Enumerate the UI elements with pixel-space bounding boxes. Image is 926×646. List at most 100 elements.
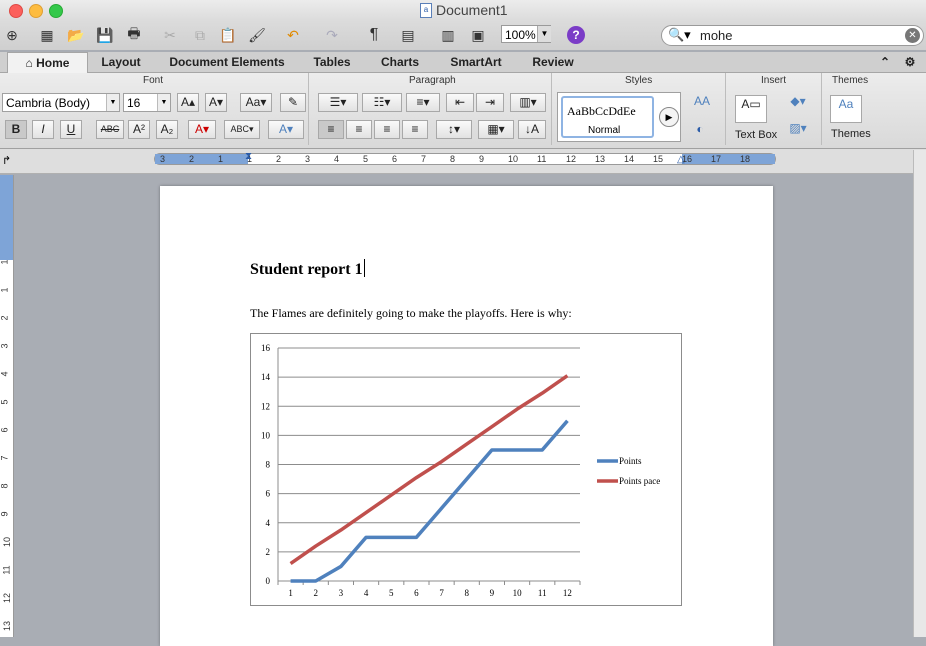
vertical-scrollbar[interactable] bbox=[913, 150, 926, 637]
subscript-button[interactable]: A₂ bbox=[156, 120, 178, 139]
templates-icon[interactable]: ▦ bbox=[35, 23, 59, 47]
cut-icon[interactable]: ✂ bbox=[158, 23, 182, 47]
ribbon-tabs: ⌂ Home Layout Document Elements Tables C… bbox=[0, 52, 926, 73]
chevron-down-icon[interactable]: ▼ bbox=[537, 26, 551, 42]
chart[interactable]: 0246810121416123456789101112PointsPoints… bbox=[250, 333, 682, 606]
print-icon[interactable]: 🖶 bbox=[122, 23, 146, 47]
tab-smartart[interactable]: SmartArt bbox=[436, 52, 516, 72]
text-effects-button[interactable]: A▾ bbox=[268, 120, 304, 139]
tab-charts[interactable]: Charts bbox=[366, 52, 434, 72]
gallery-icon[interactable]: ▥ bbox=[436, 23, 460, 47]
format-painter-icon[interactable]: 🖌 bbox=[245, 23, 269, 47]
save-icon[interactable]: 💾 bbox=[93, 23, 117, 47]
document-title[interactable]: Student report 1 bbox=[250, 259, 365, 279]
new-document-icon[interactable]: ⊕ bbox=[0, 23, 24, 47]
tab-tables[interactable]: Tables bbox=[300, 52, 364, 72]
ruler-number: 14 bbox=[624, 154, 634, 164]
undo-icon[interactable]: ↶ bbox=[281, 23, 305, 47]
styles-gallery[interactable]: AaBbCcDdEe Normal ▶ bbox=[557, 92, 681, 142]
open-icon[interactable]: 📂 bbox=[64, 23, 88, 47]
font-color-button[interactable]: A▾ bbox=[188, 120, 216, 139]
style-normal[interactable]: AaBbCcDdEe Normal bbox=[561, 96, 654, 138]
document-body[interactable]: The Flames are definitely going to make … bbox=[250, 306, 572, 321]
pilcrow-icon[interactable]: ¶ bbox=[362, 23, 386, 47]
close-window-button[interactable] bbox=[9, 4, 23, 18]
tab-layout[interactable]: Layout bbox=[88, 52, 154, 72]
bold-button[interactable]: B bbox=[5, 120, 27, 139]
vertical-ruler-number: 5 bbox=[0, 399, 10, 404]
document-title-text[interactable]: Student report 1 bbox=[250, 261, 363, 278]
style-pane-icon[interactable]: ◐ bbox=[690, 121, 710, 140]
divider bbox=[551, 73, 552, 145]
y-tick-label: 2 bbox=[266, 547, 271, 557]
themes-label[interactable]: Themes bbox=[831, 128, 871, 140]
right-margin bbox=[682, 154, 775, 164]
search-icon[interactable]: 🔍▾ bbox=[668, 27, 691, 43]
y-tick-label: 10 bbox=[261, 430, 271, 440]
font-name-select[interactable]: Cambria (Body)▼ bbox=[2, 93, 120, 112]
ruler-number: 2 bbox=[276, 154, 281, 164]
tab-home[interactable]: ⌂ Home bbox=[7, 52, 88, 73]
paste-icon[interactable]: 📋 bbox=[216, 23, 240, 47]
play-icon[interactable]: ▶ bbox=[659, 107, 679, 127]
clear-search-icon[interactable]: ✕ bbox=[905, 28, 920, 43]
ruler-number: 15 bbox=[653, 154, 663, 164]
tab-review[interactable]: Review bbox=[518, 52, 588, 72]
x-tick-label: 12 bbox=[563, 588, 572, 598]
copy-icon[interactable]: ⧉ bbox=[188, 23, 212, 47]
font-size-select[interactable]: 16▼ bbox=[123, 93, 171, 112]
bullets-button[interactable]: ☰▾ bbox=[318, 93, 358, 112]
line-spacing-button[interactable]: ↕▾ bbox=[436, 120, 472, 139]
numbering-button[interactable]: ☷▾ bbox=[362, 93, 402, 112]
ruler-number: 3 bbox=[160, 154, 165, 164]
redo-icon[interactable]: ↷ bbox=[320, 23, 344, 47]
tab-document-elements[interactable]: Document Elements bbox=[156, 52, 298, 72]
underline-button[interactable]: U bbox=[60, 120, 82, 139]
grow-font-button[interactable]: A▴ bbox=[177, 93, 199, 112]
shapes-icon[interactable]: ◆▾ bbox=[784, 93, 812, 112]
highlight-button[interactable]: ABC▾ bbox=[224, 120, 260, 139]
decrease-indent-button[interactable]: ⇤ bbox=[446, 93, 474, 112]
y-tick-label: 6 bbox=[266, 489, 271, 499]
sort-button[interactable]: ↓A bbox=[518, 120, 546, 139]
text-box-label[interactable]: Text Box bbox=[735, 129, 777, 141]
x-tick-label: 10 bbox=[513, 588, 523, 598]
align-left-button[interactable]: ≡ bbox=[318, 120, 344, 139]
clear-formatting-button[interactable]: ✎ bbox=[280, 93, 306, 112]
themes-icon[interactable]: Aa bbox=[830, 95, 862, 123]
align-center-button[interactable]: ≡ bbox=[346, 120, 372, 139]
gear-icon[interactable]: ⚙ bbox=[898, 52, 922, 72]
collapse-ribbon-icon[interactable]: ⌃ bbox=[873, 52, 897, 72]
justify-button[interactable]: ≡ bbox=[402, 120, 428, 139]
align-right-button[interactable]: ≡ bbox=[374, 120, 400, 139]
document-icon: a bbox=[420, 3, 432, 18]
help-button[interactable]: ? bbox=[567, 26, 585, 44]
text-styles-icon[interactable]: AA bbox=[688, 93, 716, 112]
view-icon[interactable]: ▤ bbox=[396, 23, 420, 47]
right-indent-marker-icon[interactable]: △ bbox=[677, 154, 685, 165]
indent-marker-icon[interactable]: ⧗ bbox=[245, 151, 252, 162]
search-field[interactable]: 🔍▾ mohe ✕ bbox=[661, 25, 924, 46]
insert-group-title: Insert bbox=[761, 75, 786, 86]
shrink-font-button[interactable]: A▾ bbox=[205, 93, 227, 112]
zoom-window-button[interactable] bbox=[49, 4, 63, 18]
search-input[interactable]: mohe bbox=[700, 28, 733, 43]
vertical-ruler-number: 10 bbox=[2, 537, 12, 547]
italic-button[interactable]: I bbox=[32, 120, 54, 139]
vertical-ruler-number: 3 bbox=[0, 343, 10, 348]
columns-button[interactable]: ▥▾ bbox=[510, 93, 546, 112]
text-box-icon[interactable]: A▭ bbox=[735, 95, 767, 123]
superscript-button[interactable]: A² bbox=[128, 120, 150, 139]
tab-selector-icon[interactable]: ↱ bbox=[2, 154, 11, 167]
y-tick-label: 4 bbox=[266, 518, 271, 528]
increase-indent-button[interactable]: ⇥ bbox=[476, 93, 504, 112]
multilevel-list-button[interactable]: ≡▾ bbox=[406, 93, 440, 112]
minimize-window-button[interactable] bbox=[29, 4, 43, 18]
strikethrough-button[interactable]: ABC bbox=[96, 120, 124, 139]
x-tick-label: 4 bbox=[364, 588, 369, 598]
media-icon[interactable]: ▣ bbox=[466, 23, 490, 47]
horizontal-ruler[interactable]: 321123456789101112131415161718 ⧗ △ bbox=[154, 153, 776, 165]
picture-icon[interactable]: ▨▾ bbox=[784, 120, 812, 139]
change-case-button[interactable]: Aa▾ bbox=[240, 93, 272, 112]
borders-button[interactable]: ▦▾ bbox=[478, 120, 514, 139]
